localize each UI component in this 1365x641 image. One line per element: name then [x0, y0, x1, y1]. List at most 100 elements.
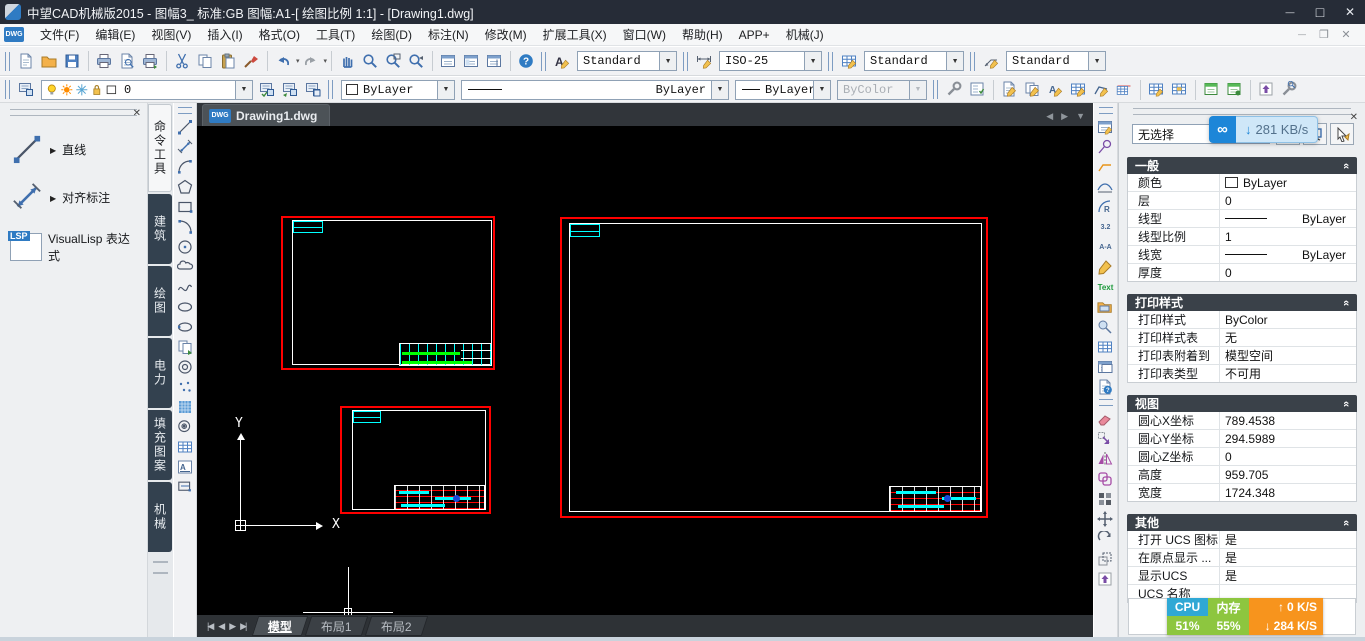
copy-button[interactable] [194, 50, 217, 73]
menu-edit[interactable]: 编辑(E) [87, 24, 143, 46]
tab-scroll-left-icon[interactable] [1046, 108, 1053, 122]
flyout-arrow-icon[interactable] [50, 190, 56, 204]
menu-express-tools[interactable]: 扩展工具(X) [535, 24, 615, 46]
menu-view[interactable]: 视图(V) [143, 24, 199, 46]
dim-style-dropdown-icon[interactable] [804, 52, 821, 70]
palette-grip[interactable] [10, 109, 137, 116]
lineweight-combo[interactable]: ByLayer [735, 80, 831, 100]
layer-thaw-icon[interactable] [60, 83, 74, 97]
scale-button[interactable] [1095, 549, 1116, 569]
balloon-button[interactable] [1095, 137, 1116, 157]
color-combo[interactable]: ByLayer [341, 80, 455, 100]
edit-symbol-button[interactable] [1095, 257, 1116, 277]
prop-row-ucs-icon-on[interactable]: 打开 UCS 图标 是 [1128, 531, 1356, 548]
revision-cloud-button[interactable] [175, 257, 196, 277]
array-button[interactable] [1095, 489, 1116, 509]
layer-combo[interactable]: 0 [41, 80, 253, 100]
bom-table-button[interactable] [1095, 337, 1116, 357]
text-tool-button[interactable]: Text [1095, 277, 1116, 297]
menu-draw[interactable]: 绘图(D) [363, 24, 420, 46]
print-preview-button[interactable] [116, 50, 139, 73]
menu-window[interactable]: 窗口(W) [615, 24, 674, 46]
radius-dim-button[interactable]: R [1095, 197, 1116, 217]
prop-row-thickness[interactable]: 厚度 0 [1128, 263, 1356, 281]
toolbar-grip[interactable] [178, 107, 192, 114]
panel-close-icon[interactable] [1350, 112, 1358, 123]
collapse-icon[interactable] [1340, 162, 1352, 168]
copy-view-button[interactable] [1095, 357, 1116, 377]
tab-command-tools[interactable]: 命令工具 [148, 104, 172, 192]
prop-row-linetype-scale[interactable]: 线型比例 1 [1128, 227, 1356, 245]
drawing-frame-a1-2[interactable] [560, 217, 988, 518]
point-button[interactable] [175, 377, 196, 397]
linetype-dropdown-icon[interactable] [711, 81, 728, 99]
dwg-document-icon[interactable]: DWG [4, 27, 24, 42]
color-dropdown-icon[interactable] [437, 81, 454, 99]
edit-attribute-button[interactable] [998, 78, 1021, 101]
part-list-button[interactable] [1095, 117, 1116, 137]
previous-layout-icon[interactable] [218, 621, 223, 632]
surface-roughness-button[interactable]: 3.2 [1095, 217, 1116, 237]
stretch-button[interactable] [1095, 569, 1116, 589]
drawing-canvas[interactable]: Y X [197, 126, 1093, 615]
layer-states-button[interactable] [302, 78, 325, 101]
redo-button[interactable] [300, 50, 323, 73]
region-button[interactable] [175, 477, 196, 497]
select-objects-button[interactable] [1330, 123, 1354, 145]
last-layout-icon[interactable] [240, 621, 245, 632]
design-center-button[interactable] [460, 50, 483, 73]
drawing-manager-button[interactable] [1095, 297, 1116, 317]
draw-order-button[interactable] [966, 78, 989, 101]
make-block-button[interactable] [175, 357, 196, 377]
edit-polyline-button[interactable] [1090, 78, 1113, 101]
balloon-sort-button[interactable] [1095, 317, 1116, 337]
customize-button[interactable] [1278, 78, 1301, 101]
ellipse-arc-button[interactable] [175, 317, 196, 337]
toolbar-grip[interactable] [5, 52, 10, 71]
first-layout-icon[interactable] [207, 621, 212, 632]
publish-button[interactable] [139, 50, 162, 73]
prop-row-height[interactable]: 高度 959.705 [1128, 465, 1356, 483]
layer-manager-button[interactable] [15, 78, 38, 101]
next-layout-icon[interactable] [229, 621, 234, 632]
isolate-objects-button[interactable] [1255, 78, 1278, 101]
menu-insert[interactable]: 插入(I) [199, 24, 250, 46]
downloader-logo-icon[interactable]: ∞ [1209, 116, 1236, 143]
tool-palettes-button[interactable] [483, 50, 506, 73]
layer-on-icon[interactable] [45, 83, 59, 97]
toolbar-grip[interactable] [683, 52, 688, 71]
mdi-restore-icon[interactable] [1313, 28, 1335, 41]
tab-architecture[interactable]: 建筑 [148, 194, 172, 264]
prop-row-layer[interactable]: 层 0 [1128, 191, 1356, 209]
edit-text-button[interactable]: A [1044, 78, 1067, 101]
toolbar-grip[interactable] [933, 80, 938, 99]
spline-button[interactable] [175, 277, 196, 297]
prop-row-color[interactable]: 颜色 ByLayer [1128, 174, 1356, 191]
maximize-icon[interactable] [1305, 1, 1335, 23]
menu-dimension[interactable]: 标注(N) [420, 24, 477, 46]
toolbar-grip[interactable] [1099, 107, 1113, 114]
drawing-frame-a1-3[interactable] [340, 406, 491, 514]
cut-button[interactable] [171, 50, 194, 73]
layer-dropdown-icon[interactable] [235, 81, 252, 99]
prop-row-center-x[interactable]: 圆心X坐标 789.4538 [1128, 412, 1356, 429]
polyline-dim-button[interactable] [1095, 157, 1116, 177]
palette-close-icon[interactable] [133, 108, 141, 119]
zoom-window-button[interactable] [382, 50, 405, 73]
tab-drafting[interactable]: 绘图 [148, 266, 172, 336]
section-header-view[interactable]: 视图 [1127, 395, 1357, 412]
move-block-button[interactable] [1095, 429, 1116, 449]
mleader-style-combo[interactable]: Standard [1006, 51, 1106, 71]
lineweight-dropdown-icon[interactable] [813, 81, 830, 99]
layer-viewport-freeze-icon[interactable] [75, 83, 89, 97]
collapse-icon[interactable] [1340, 400, 1352, 406]
menu-tools[interactable]: 工具(T) [308, 24, 363, 46]
toolbar-grip[interactable] [541, 52, 546, 71]
palette-item-visuallisp[interactable]: LSP VisualLisp 表达式 [10, 230, 141, 264]
redo-dropdown-icon[interactable]: ▾ [324, 57, 328, 65]
mirror-button[interactable] [1095, 449, 1116, 469]
minimize-icon[interactable] [1275, 1, 1305, 23]
prop-row-lineweight[interactable]: 线宽 ByLayer [1128, 245, 1356, 263]
menu-app-plus[interactable]: APP+ [731, 24, 778, 46]
arc-dim-button[interactable] [1095, 177, 1116, 197]
